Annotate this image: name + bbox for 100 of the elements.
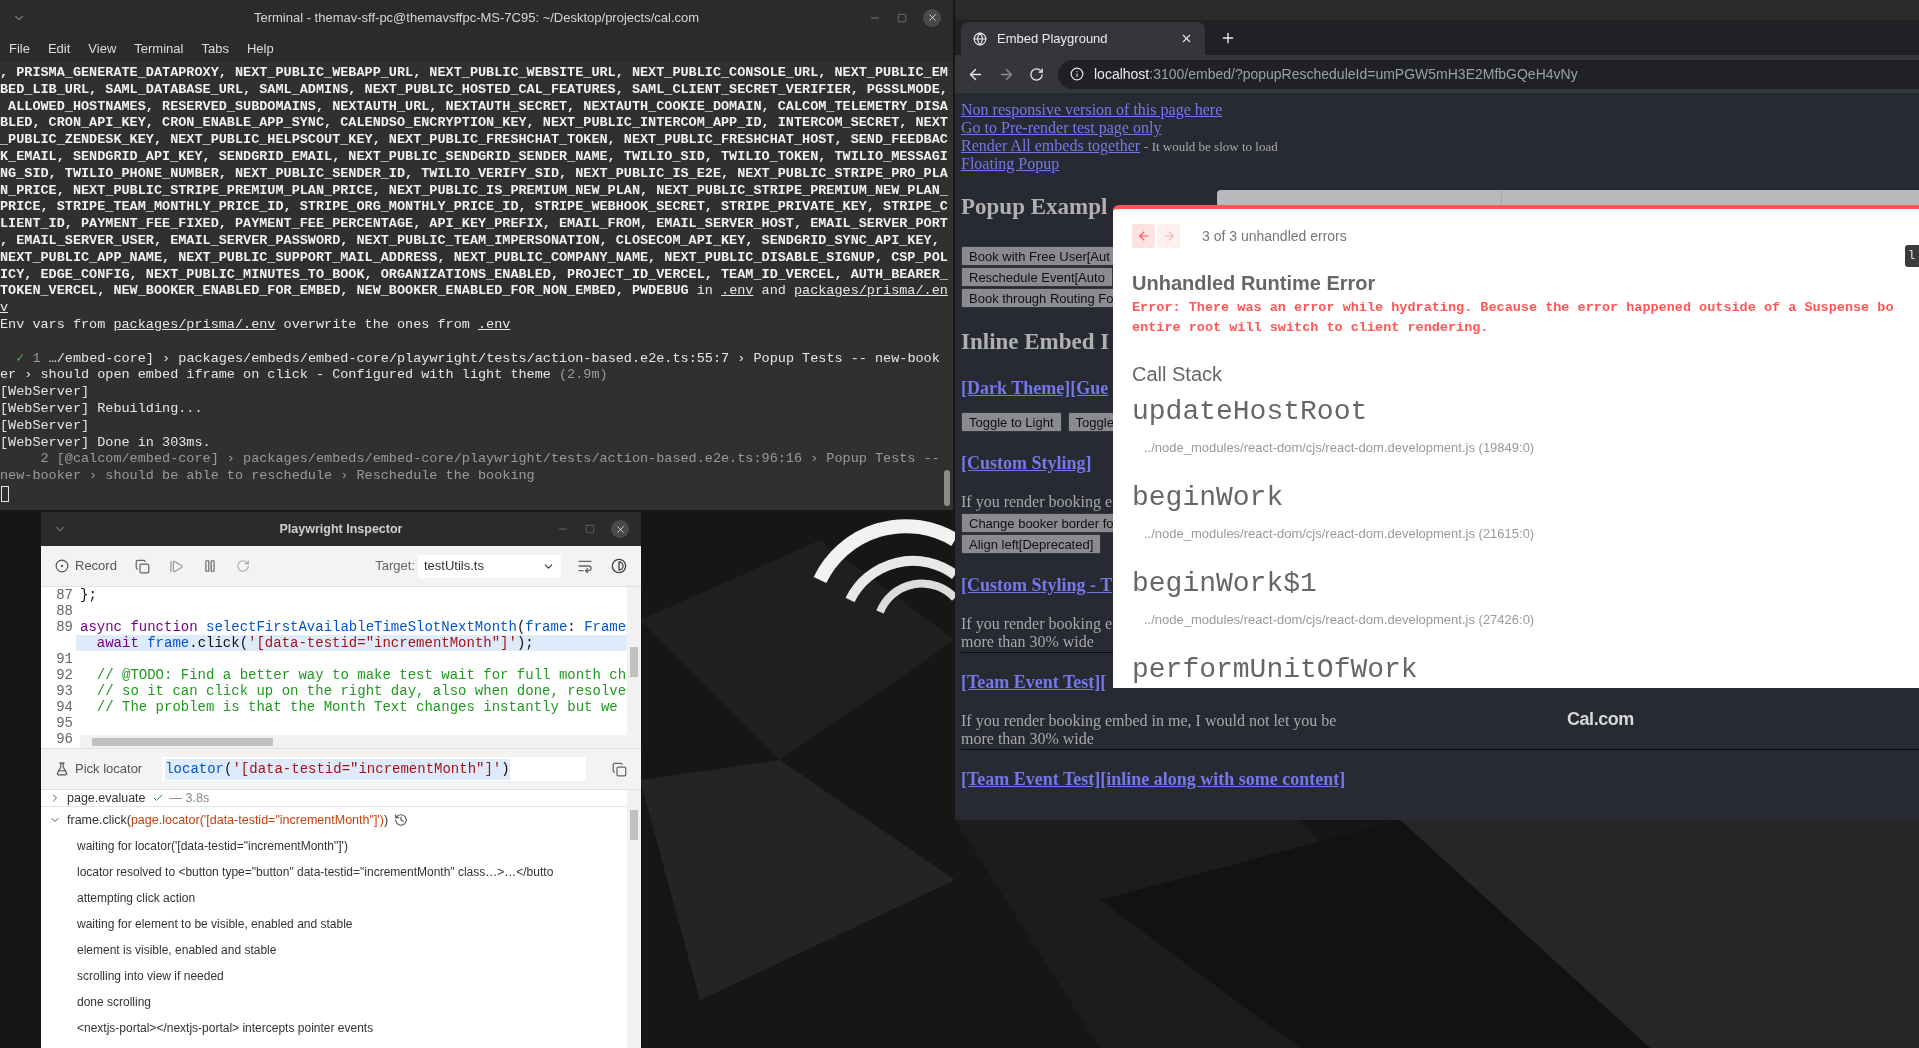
stack-frame-location: ../node_modules/react-dom/cjs/react-dom.development.js (21615:0) bbox=[1144, 526, 1535, 542]
line-number: 95 bbox=[55, 715, 73, 731]
section-link[interactable]: [Team Event Test][ bbox=[961, 668, 1107, 696]
close-button[interactable] bbox=[923, 8, 941, 27]
error-counter: 3 of 3 unhandled errors bbox=[1202, 226, 1347, 246]
step-forward-icon[interactable] bbox=[168, 558, 184, 574]
vertical-scrollbar[interactable] bbox=[627, 587, 641, 748]
horizontal-scrollbar[interactable] bbox=[80, 735, 627, 748]
menu-item[interactable]: Help bbox=[246, 38, 274, 59]
log-message: element is visible, enabled and stable bbox=[77, 942, 277, 959]
terminal-line: ICY, EDGE_CONFIG, NEXT_PUBLIC_MINUTES_TO_BOOK, ORGANIZATIONS_ENABLED, PROJECT_ID_VERCEL, TEAM_ID_VERCEL, AUTH_BEARER_ bbox=[0, 266, 948, 284]
terminal-line: [WebServer] Done in 303ms. bbox=[0, 434, 211, 452]
file-link[interactable]: .env bbox=[721, 283, 754, 299]
menu-item[interactable]: Edit bbox=[47, 38, 71, 59]
section-link[interactable]: [Team Event Test][inline along with some content] bbox=[961, 765, 1346, 793]
link-note: - It would be slow to load bbox=[1144, 138, 1278, 156]
terminal-line: NG_SID, TWILIO_PHONE_NUMBER, NEXT_PUBLIC_SENDER_ID, TWILIO_VERIFY_SID, NEXT_PUBLIC_IS_E2E, NEXT_PUBLIC_STRIPE_PRO_PLA bbox=[0, 165, 948, 183]
browser-tab[interactable]: Embed Playground bbox=[961, 22, 1205, 55]
pick-locator-button[interactable]: Pick locator bbox=[55, 759, 143, 779]
line-number: 94 bbox=[55, 699, 73, 715]
stack-frame-name: updateHostRoot bbox=[1132, 396, 1368, 428]
copy-icon[interactable] bbox=[612, 761, 627, 777]
log-message: <nextjs-portal></nextjs-portal> intercepts pointer events bbox=[77, 1020, 374, 1037]
address-bar[interactable]: localhost:3100/embed/?popupRescheduleId=umPGW5mH3E2MfbGQeH4vNy bbox=[1058, 59, 1919, 89]
menu-item[interactable]: Tabs bbox=[201, 38, 229, 59]
code-line: // The problem is that the Month Text changes instantly but we bbox=[95, 699, 618, 715]
menu-item[interactable]: Terminal bbox=[134, 38, 184, 59]
page-paragraph: If you render booking e more than 30% wide bbox=[961, 615, 1113, 651]
page-link[interactable]: Render All embeds together bbox=[961, 137, 1141, 155]
terminal-line: new-booker › should be able to reschedule › Reschedule the booking bbox=[0, 468, 535, 485]
line-number: 89 bbox=[55, 619, 73, 635]
line-number: 92 bbox=[55, 667, 73, 683]
page-button[interactable]: Toggle to Light bbox=[961, 411, 1062, 432]
terminal-line: NEXT_PUBLIC_APP_NAME, NEXT_PUBLIC_SUPPORT_MAIL_ADDRESS, NEXT_PUBLIC_COMPANY_NAME, NEXT_PUBLIC_DISABLE_SIGNUP, CSP_POL bbox=[0, 249, 948, 267]
file-link[interactable]: packages/prisma/.env bbox=[113, 316, 276, 332]
wrap-lines-icon[interactable] bbox=[577, 558, 593, 574]
page-link[interactable]: Floating Popup bbox=[961, 155, 1060, 173]
file-link[interactable]: packages/prisma/.en bbox=[793, 283, 948, 299]
previous-error-button[interactable] bbox=[1132, 224, 1155, 248]
log-message: attempting click action bbox=[77, 890, 196, 907]
target-select[interactable]: testUtils.ts bbox=[418, 554, 561, 578]
terminal-line: ✓ 1 …/embed-core] › packages/embeds/embed-core/playwright/tests/action-based.e2e.ts:55:7 › Popup Tests -- new-book bbox=[15, 350, 940, 368]
contrast-icon[interactable] bbox=[611, 558, 627, 574]
terminal-line: BLED, CRON_API_KEY, CRON_ENABLE_APP_SYNC, CALENDSO_ENCRYPTION_KEY, NEXT_PUBLIC_INTERCOM_APP_ID, INTERCOM_SECRET, NEXT bbox=[0, 115, 948, 133]
info-icon[interactable] bbox=[1070, 67, 1084, 81]
pause-icon[interactable] bbox=[202, 559, 217, 573]
file-link[interactable]: .env bbox=[478, 316, 511, 332]
line-number: 91 bbox=[55, 651, 73, 667]
close-icon bbox=[614, 523, 626, 535]
cal-logo: Cal.com bbox=[1567, 708, 1634, 731]
text-cursor bbox=[1, 485, 9, 502]
close-icon bbox=[926, 12, 938, 23]
log-step[interactable]: frame.click(page.locator('[data-testid="incrementMonth"]')) bbox=[67, 810, 389, 830]
record-button[interactable]: Record bbox=[55, 556, 117, 576]
page-paragraph: If you render booking e bbox=[961, 493, 1113, 511]
page-paragraph: If you render booking embed in me, I would not let you be more than 30% wide bbox=[961, 712, 1337, 748]
maximize-icon[interactable] bbox=[897, 12, 907, 23]
redo-icon[interactable] bbox=[235, 559, 250, 573]
page-link[interactable]: Non responsive version of this page here bbox=[961, 101, 1223, 119]
close-button[interactable] bbox=[611, 520, 629, 538]
window-title: Playwright Inspector bbox=[279, 520, 403, 538]
terminal-line: ALLOWED_HOSTNAMES, RESERVED_SUBDOMAINS, NEXTAUTH_URL, NEXTAUTH_SECRET, NEXTAUTH_COOKIE_DOMAIN, CALCOM_TELEMETRY_DISA bbox=[7, 98, 948, 116]
stack-frame-name: beginWork bbox=[1132, 482, 1284, 514]
log-message: done scrolling bbox=[77, 994, 152, 1011]
terminal-line: 2 [@calcom/embed-core] › packages/embeds/embed-core/playwright/tests/action-based.e2e.ts:96:16 › Popup Tests -- bbox=[39, 451, 940, 469]
vertical-scrollbar[interactable] bbox=[627, 790, 641, 1048]
error-message: entire root will switch to client rendering. bbox=[1132, 319, 1489, 337]
copy-icon[interactable] bbox=[134, 558, 150, 574]
stack-frame-name: beginWork$1 bbox=[1132, 568, 1317, 600]
page-button[interactable]: Reschedule Event[Auto bbox=[961, 266, 1113, 287]
stack-frame-location: ../node_modules/react-dom/cjs/react-dom.development.js (27426:0) bbox=[1144, 612, 1535, 628]
section-link[interactable]: [Dark Theme][Gue bbox=[961, 374, 1109, 402]
stack-frame-location: ../node_modules/react-dom/cjs/react-dom.development.js (19849:0) bbox=[1144, 440, 1535, 456]
step-duration: — 3.8s bbox=[169, 789, 210, 807]
page-button[interactable]: Align left[Deprecated] bbox=[961, 533, 1102, 554]
section-link[interactable]: [Custom Styling - T bbox=[961, 571, 1113, 599]
log-message: waiting for element to be visible, enabled and stable bbox=[77, 916, 353, 933]
tooltip: l bbox=[1905, 245, 1919, 267]
log-step[interactable]: page.evaluate bbox=[67, 788, 146, 808]
close-icon[interactable] bbox=[1180, 32, 1193, 45]
log-message: scrolling into view if needed bbox=[77, 968, 224, 985]
terminal-line: [WebServer] bbox=[0, 417, 90, 435]
terminal-line: PRICE, STRIPE_TEAM_MONTHLY_PRICE_ID, STRIPE_ORG_MONTHLY_PRICE_ID, STRIPE_WEBHOOK_SECRET, STRIPE_PRIVATE_KEY, STRIPE_C bbox=[0, 199, 948, 217]
target-label: Target: bbox=[375, 557, 415, 576]
terminal-line: er › should open embed iframe on click - Configured with light theme (2.9m) bbox=[0, 367, 608, 385]
terminal-line: Env vars from packages/prisma/.env overwrite the ones from .env bbox=[0, 316, 511, 334]
section-link[interactable]: [Custom Styling] bbox=[961, 449, 1092, 477]
scrollbar-thumb[interactable] bbox=[944, 470, 950, 506]
new-tab-icon[interactable] bbox=[1220, 30, 1236, 46]
maximize-icon[interactable] bbox=[585, 524, 595, 534]
terminal-line: N_PRICE, NEXT_PUBLIC_STRIPE_PREMIUM_PLAN_PRICE, NEXT_PUBLIC_IS_PREMIUM_NEW_PLAN, NEXT_PUBLIC_STRIPE_PREMIUM_NEW_PLAN_ bbox=[0, 182, 948, 200]
page-link[interactable]: Go to Pre-render test page only bbox=[961, 119, 1162, 137]
error-message: Error: There was an error while hydrating. Because the error happened outside of a Suspense bo bbox=[1132, 299, 1894, 317]
locator-field[interactable]: locator('[data-testid="incrementMonth"]') bbox=[162, 757, 587, 781]
menu-item[interactable]: View bbox=[88, 38, 117, 59]
menu-item[interactable]: File bbox=[9, 38, 30, 59]
file-link[interactable]: v bbox=[0, 300, 9, 316]
line-number: 93 bbox=[55, 683, 73, 699]
terminal-line: LIENT_ID, PAYMENT_FEE_FIXED, PAYMENT_FEE_PERCENTAGE, API_KEY_PREFIX, EMAIL_FROM, EMAIL_SERVER_HOST, EMAIL_SERVER_PORT bbox=[0, 216, 948, 233]
reload-icon[interactable] bbox=[1029, 66, 1044, 82]
